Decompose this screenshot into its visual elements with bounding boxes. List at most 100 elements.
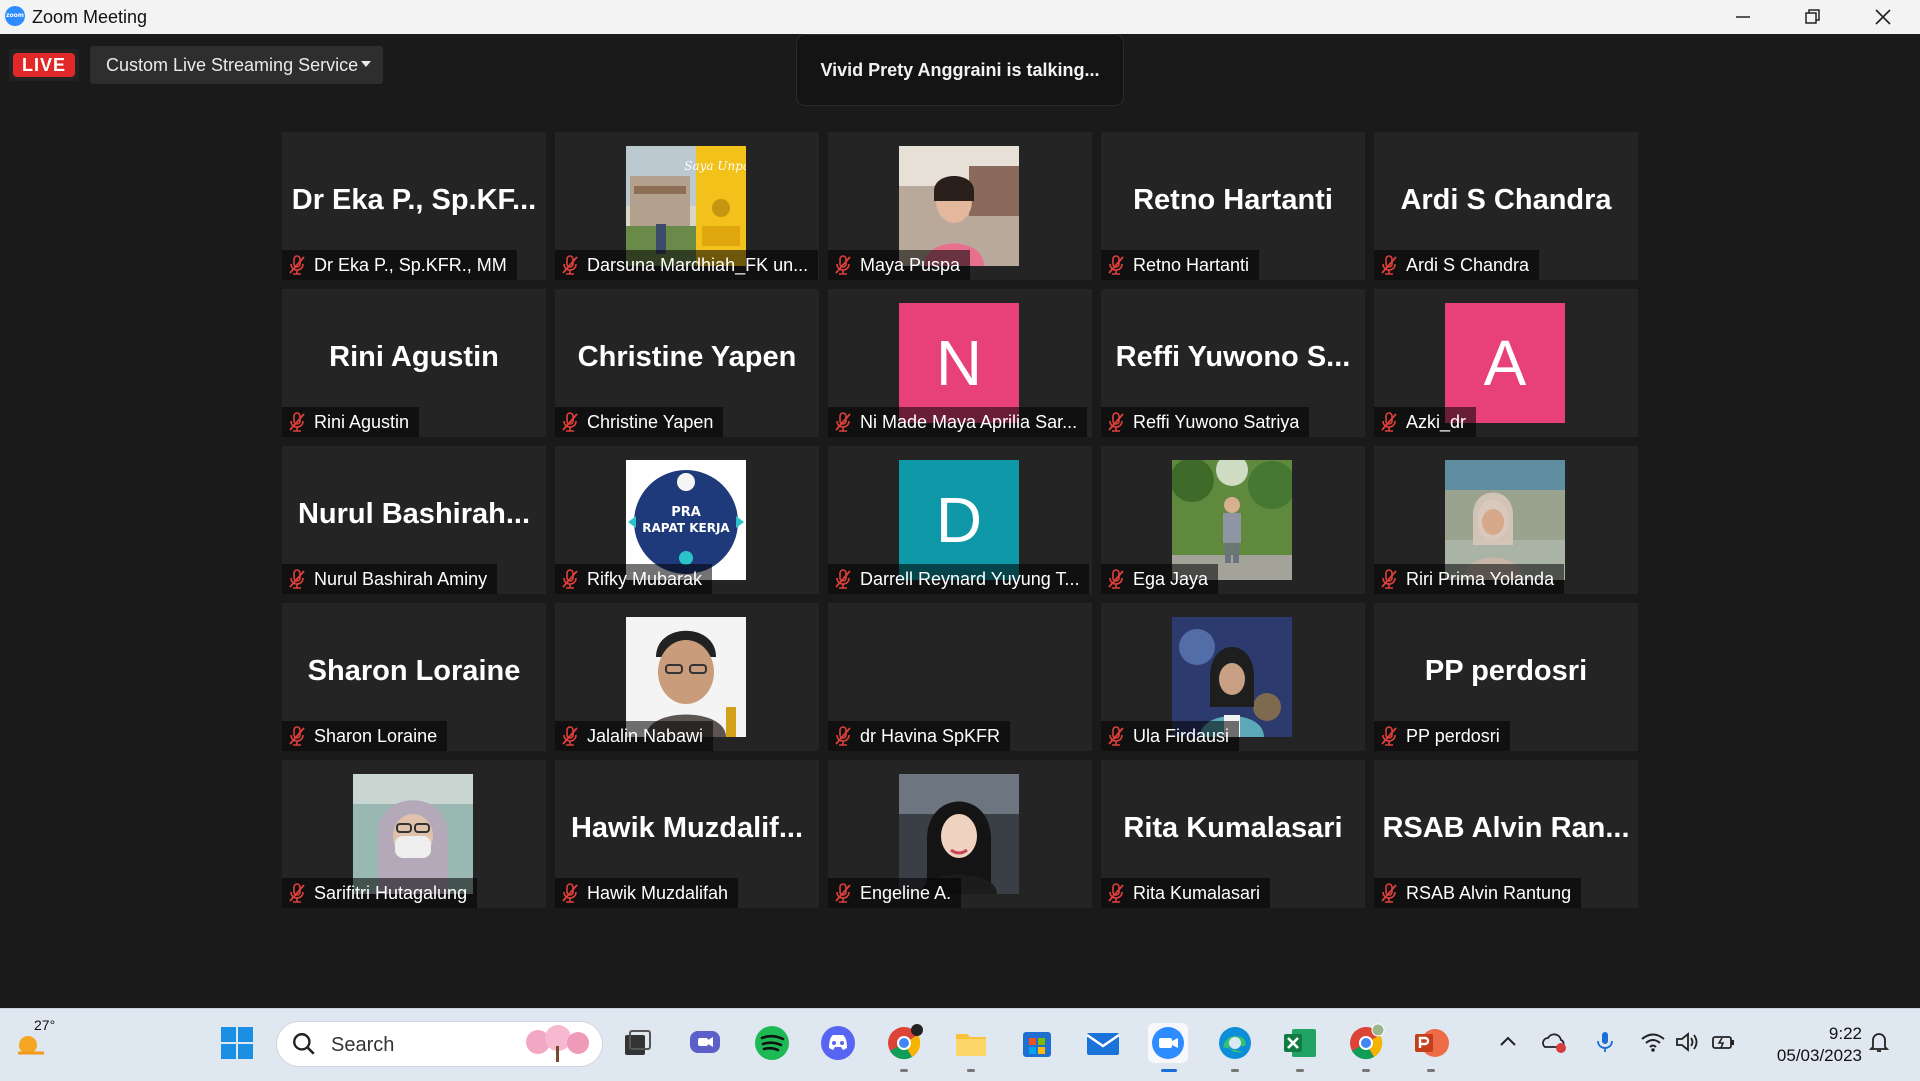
participant-tile[interactable]: PRA RAPAT KERJA Rifky Mubarak xyxy=(555,446,819,594)
battery-icon[interactable] xyxy=(1710,1029,1736,1055)
participant-name: Ardi S Chandra xyxy=(1406,254,1530,275)
muted-mic-icon xyxy=(835,726,851,746)
stream-service-label: Custom Live Streaming Service xyxy=(106,55,359,75)
wifi-icon[interactable] xyxy=(1640,1029,1666,1055)
participant-tile[interactable]: Nurul Bashirah... Nurul Bashirah Aminy xyxy=(282,446,546,594)
participant-tile[interactable]: PP perdosri PP perdosri xyxy=(1374,603,1638,751)
participant-gallery: Dr Eka P., Sp.KF... Dr Eka P., Sp.KFR., … xyxy=(282,132,1638,910)
participant-name: Darsuna Mardhiah_FK un... xyxy=(587,254,809,275)
weather-widget[interactable]: 27° xyxy=(12,1017,55,1063)
participant-name: Azki_dr xyxy=(1406,411,1467,432)
muted-mic-icon xyxy=(1381,726,1397,746)
taskbar-spotify[interactable] xyxy=(752,1023,792,1063)
participant-name: Ula Firdausi xyxy=(1133,725,1230,746)
taskbar-microsoft-store[interactable] xyxy=(1017,1023,1057,1063)
participant-name: Ega Jaya xyxy=(1133,568,1209,589)
taskbar-file-explorer[interactable] xyxy=(951,1023,991,1063)
taskbar-search-input[interactable]: Search xyxy=(277,1022,602,1066)
participant-name: Darrell Reynard Yuyung T... xyxy=(860,568,1080,589)
participant-nameplate: Azki_dr xyxy=(1374,407,1477,437)
participant-tile[interactable]: Engeline A. xyxy=(828,760,1092,908)
participant-nameplate: Nurul Bashirah Aminy xyxy=(282,564,498,594)
muted-mic-icon xyxy=(835,569,851,589)
notification-bell-icon[interactable] xyxy=(1866,1029,1892,1055)
participant-tile[interactable]: Reffi Yuwono S... Reffi Yuwono Satriya xyxy=(1101,289,1365,437)
participant-name: Reffi Yuwono Satriya xyxy=(1133,411,1300,432)
zoom-logo-icon: zoom xyxy=(5,6,25,26)
participant-tile[interactable]: Ega Jaya xyxy=(1101,446,1365,594)
title-bar: zoom Zoom Meeting xyxy=(0,0,1920,34)
muted-mic-icon xyxy=(1381,412,1397,432)
participant-tile[interactable]: Rini Agustin Rini Agustin xyxy=(282,289,546,437)
participant-photo xyxy=(626,617,746,737)
task-view-button[interactable] xyxy=(617,1023,657,1063)
participant-tile[interactable]: D Darrell Reynard Yuyung T... xyxy=(828,446,1092,594)
participant-tile[interactable]: Sarifitri Hutagalung xyxy=(282,760,546,908)
restore-button[interactable] xyxy=(1778,0,1848,34)
taskbar-zoom[interactable] xyxy=(1148,1023,1188,1063)
search-icon xyxy=(293,1033,315,1055)
live-badge[interactable]: LIVE xyxy=(9,49,79,81)
excel-icon xyxy=(1284,1029,1316,1057)
taskbar-chrome-profile[interactable] xyxy=(1346,1023,1386,1063)
close-button[interactable] xyxy=(1848,0,1918,34)
running-indicator xyxy=(1427,1069,1435,1072)
participant-tile[interactable]: Maya Puspa xyxy=(828,132,1092,280)
participant-tile[interactable]: N Ni Made Maya Aprilia Sar... xyxy=(828,289,1092,437)
participant-nameplate: Jalalin Nabawi xyxy=(555,721,714,751)
muted-mic-icon xyxy=(562,255,578,275)
participant-tile[interactable]: A Azki_dr xyxy=(1374,289,1638,437)
participant-tile[interactable]: Retno Hartanti Retno Hartanti xyxy=(1101,132,1365,280)
participant-display-name: Christine Yapen xyxy=(577,341,797,373)
participant-tile[interactable]: Rita Kumalasari Rita Kumalasari xyxy=(1101,760,1365,908)
onedrive-icon[interactable] xyxy=(1541,1029,1567,1055)
stream-service-dropdown[interactable]: Custom Live Streaming Service xyxy=(90,46,383,84)
muted-mic-icon xyxy=(562,569,578,589)
participant-nameplate: Dr Eka P., Sp.KFR., MM xyxy=(282,250,517,280)
chevron-up-icon[interactable] xyxy=(1495,1029,1521,1055)
minimize-button[interactable] xyxy=(1708,0,1778,34)
participant-tile[interactable]: RSAB Alvin Ran... RSAB Alvin Rantung xyxy=(1374,760,1638,908)
participant-nameplate: dr Havina SpKFR xyxy=(828,721,1011,751)
muted-mic-icon xyxy=(1108,255,1124,275)
participant-display-name: Sharon Loraine xyxy=(307,655,521,687)
taskbar-chrome[interactable] xyxy=(884,1023,924,1063)
participant-nameplate: RSAB Alvin Rantung xyxy=(1374,878,1582,908)
participant-name: Christine Yapen xyxy=(587,411,714,432)
microphone-icon[interactable] xyxy=(1592,1029,1618,1055)
search-placeholder: Search xyxy=(331,1034,395,1056)
muted-mic-icon xyxy=(1108,883,1124,903)
muted-mic-icon xyxy=(562,883,578,903)
participant-nameplate: Darsuna Mardhiah_FK un... xyxy=(555,250,819,280)
participant-photo xyxy=(1172,617,1292,737)
participant-nameplate: Riri Prima Yolanda xyxy=(1374,564,1565,594)
participant-tile[interactable]: Ula Firdausi xyxy=(1101,603,1365,751)
running-indicator xyxy=(1231,1069,1239,1072)
taskbar-edge[interactable] xyxy=(1215,1023,1255,1063)
participant-tile[interactable]: Riri Prima Yolanda xyxy=(1374,446,1638,594)
taskbar-powerpoint[interactable] xyxy=(1411,1023,1451,1063)
participant-name: dr Havina SpKFR xyxy=(860,725,1001,746)
participant-tile[interactable]: Jalalin Nabawi xyxy=(555,603,819,751)
volume-icon[interactable] xyxy=(1674,1029,1700,1055)
participant-photo xyxy=(353,774,473,894)
participant-tile[interactable]: Dr Eka P., Sp.KF... Dr Eka P., Sp.KFR., … xyxy=(282,132,546,280)
participant-tile[interactable]: Hawik Muzdalif... Hawik Muzdalifah xyxy=(555,760,819,908)
clock-time: 9:22 xyxy=(1828,1024,1862,1043)
participant-tile[interactable]: Ardi S Chandra Ardi S Chandra xyxy=(1374,132,1638,280)
participant-tile[interactable]: Christine Yapen Christine Yapen xyxy=(555,289,819,437)
taskbar-mail[interactable] xyxy=(1083,1023,1123,1063)
participant-nameplate: Ni Made Maya Aprilia Sar... xyxy=(828,407,1088,437)
clock[interactable]: 9:22 05/03/2023 xyxy=(1752,1023,1862,1067)
participant-display-name: RSAB Alvin Ran... xyxy=(1382,812,1630,844)
participant-name: Dr Eka P., Sp.KFR., MM xyxy=(314,254,507,275)
start-button[interactable] xyxy=(217,1023,257,1063)
participant-tile[interactable]: Sharon Loraine Sharon Loraine xyxy=(282,603,546,751)
taskbar-discord[interactable] xyxy=(818,1023,858,1063)
participant-tile[interactable]: dr Havina SpKFR xyxy=(828,603,1092,751)
taskbar-excel[interactable] xyxy=(1280,1023,1320,1063)
participant-display-name: Reffi Yuwono S... xyxy=(1115,341,1351,373)
participant-tile[interactable]: Saya Unpad Darsuna Mardhiah_FK un... xyxy=(555,132,819,280)
taskbar-teams-chat[interactable] xyxy=(685,1023,725,1063)
participant-display-name: Dr Eka P., Sp.KF... xyxy=(291,184,537,216)
